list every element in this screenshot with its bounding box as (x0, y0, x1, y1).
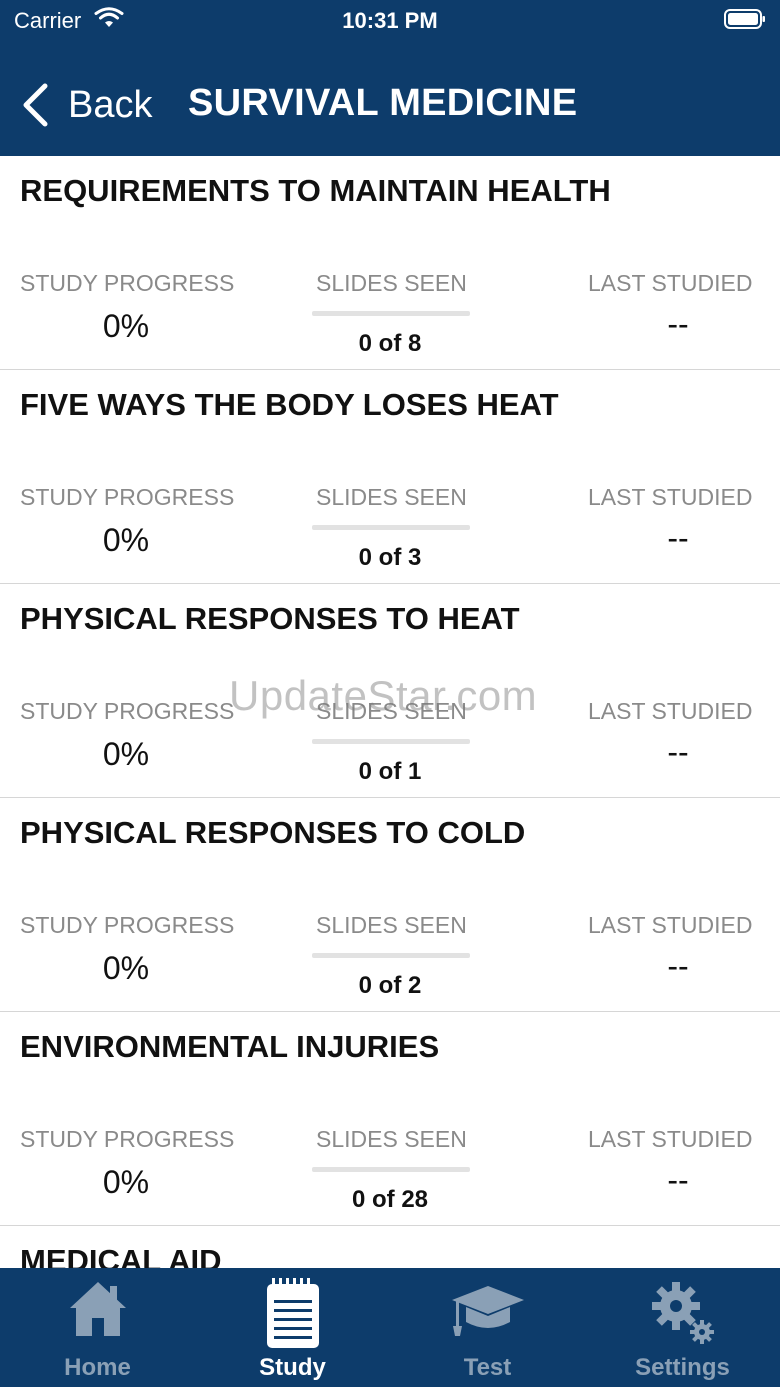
notepad-icon (266, 1278, 319, 1348)
tab-study-label: Study (259, 1354, 326, 1381)
topic-title: REQUIREMENTS TO MAINTAIN HEALTH (20, 173, 611, 208)
topic-title: PHYSICAL RESPONSES TO COLD (20, 815, 526, 850)
tab-bar: Home Study Test Settings (0, 1268, 780, 1387)
tab-home-label: Home (64, 1354, 131, 1381)
study-progress-value: 0% (102, 308, 150, 344)
last-studied-value: -- (667, 948, 689, 984)
study-progress-label: STUDY PROGRESS (20, 698, 235, 724)
topic-list-item[interactable]: MEDICAL AID STUDY PROGRESS SLIDES SEEN L… (0, 1226, 780, 1268)
last-studied-value: -- (667, 520, 689, 556)
slides-seen-label: SLIDES SEEN (316, 270, 467, 296)
slides-seen-label: SLIDES SEEN (316, 698, 467, 724)
tab-test[interactable]: Test (390, 1268, 585, 1387)
slides-progress-bar (312, 311, 470, 316)
gears-icon (651, 1282, 714, 1344)
topic-list-item[interactable]: FIVE WAYS THE BODY LOSES HEAT STUDY PROG… (0, 370, 780, 584)
slides-seen-value: 0 of 2 (358, 972, 422, 999)
status-time: 10:31 PM (342, 8, 438, 33)
chevron-left-icon (23, 83, 48, 127)
last-studied-label: LAST STUDIED (588, 484, 753, 510)
slides-progress-bar (312, 1167, 470, 1172)
back-button[interactable]: Back (20, 78, 152, 132)
last-studied-label: LAST STUDIED (588, 270, 753, 296)
study-progress-label: STUDY PROGRESS (20, 912, 235, 938)
last-studied-value: -- (667, 1162, 689, 1198)
topic-title: ENVIRONMENTAL INJURIES (20, 1029, 440, 1064)
last-studied-value: -- (667, 306, 689, 342)
slides-progress-bar (312, 739, 470, 744)
slides-seen-value: 0 of 28 (351, 1186, 429, 1213)
study-progress-value: 0% (102, 950, 150, 986)
topic-list[interactable]: REQUIREMENTS TO MAINTAIN HEALTH STUDY PR… (0, 156, 780, 1268)
graduation-cap-icon (451, 1286, 524, 1336)
status-bar: Carrier 10:31 PM (0, 0, 780, 40)
topic-title: FIVE WAYS THE BODY LOSES HEAT (20, 387, 559, 422)
tab-test-label: Test (463, 1354, 512, 1381)
slides-progress-bar (312, 953, 470, 958)
slides-seen-value: 0 of 8 (358, 330, 422, 357)
last-studied-label: LAST STUDIED (588, 1126, 753, 1152)
tab-settings[interactable]: Settings (585, 1268, 780, 1387)
tab-settings-label: Settings (635, 1354, 730, 1381)
study-progress-label: STUDY PROGRESS (20, 1126, 235, 1152)
study-progress-label: STUDY PROGRESS (20, 270, 235, 296)
slides-seen-value: 0 of 1 (358, 758, 422, 785)
topic-list-item[interactable]: REQUIREMENTS TO MAINTAIN HEALTH STUDY PR… (0, 156, 780, 370)
tab-home[interactable]: Home (0, 1268, 195, 1387)
page-title: SURVIVAL MEDICINE (188, 82, 578, 124)
topic-title: PHYSICAL RESPONSES TO HEAT (20, 601, 520, 636)
last-studied-label: LAST STUDIED (588, 912, 753, 938)
back-label: Back (68, 83, 153, 126)
home-icon (69, 1282, 126, 1336)
topic-list-item[interactable]: PHYSICAL RESPONSES TO HEAT STUDY PROGRES… (0, 584, 780, 798)
study-progress-value: 0% (102, 736, 150, 772)
study-progress-value: 0% (102, 522, 150, 558)
slides-progress-bar (312, 525, 470, 530)
battery-icon (724, 9, 765, 29)
tab-study[interactable]: Study (195, 1268, 390, 1387)
app-header: Carrier 10:31 PM Back SURVIVAL MEDICINE (0, 0, 780, 156)
navigation-bar: Back SURVIVAL MEDICINE (0, 60, 780, 150)
last-studied-value: -- (667, 734, 689, 770)
slides-seen-value: 0 of 3 (358, 544, 422, 571)
topic-list-item[interactable]: ENVIRONMENTAL INJURIES STUDY PROGRESS SL… (0, 1012, 780, 1226)
slides-seen-label: SLIDES SEEN (316, 1126, 467, 1152)
last-studied-label: LAST STUDIED (588, 698, 753, 724)
slides-seen-label: SLIDES SEEN (316, 484, 467, 510)
topic-title: MEDICAL AID (20, 1243, 222, 1268)
slides-seen-label: SLIDES SEEN (316, 912, 467, 938)
topic-list-item[interactable]: PHYSICAL RESPONSES TO COLD STUDY PROGRES… (0, 798, 780, 1012)
study-progress-value: 0% (102, 1164, 150, 1200)
study-progress-label: STUDY PROGRESS (20, 484, 235, 510)
